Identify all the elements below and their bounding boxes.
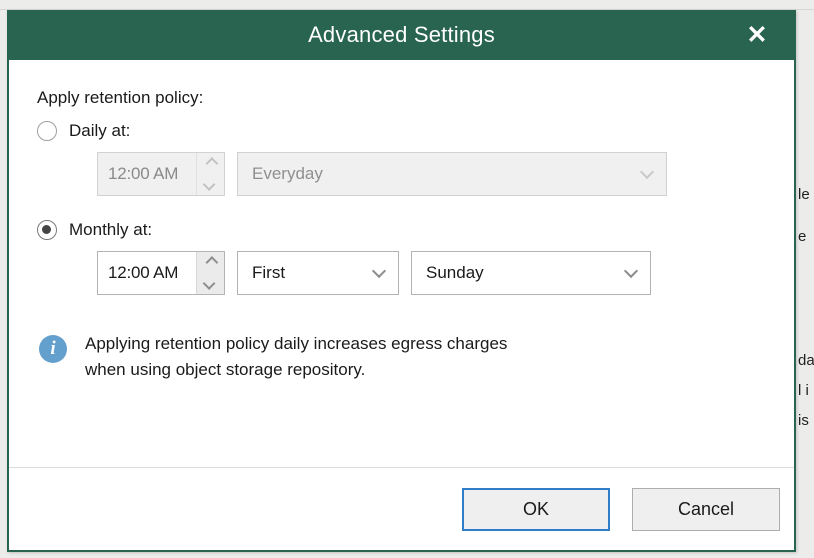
monthly-time-value[interactable]: 12:00 AM (98, 252, 196, 294)
chevron-down-icon (639, 164, 655, 180)
chevron-up-icon (205, 256, 219, 269)
advanced-settings-dialog: Advanced Settings ✕ Apply retention poli… (7, 10, 796, 552)
daily-time-stepper: 12:00 AM (97, 152, 225, 196)
close-icon[interactable]: ✕ (734, 10, 780, 60)
monthly-time-increment-button[interactable] (197, 252, 224, 273)
dialog-titlebar: Advanced Settings ✕ (9, 10, 794, 60)
section-label: Apply retention policy: (37, 88, 204, 107)
monthly-week-value: First (252, 263, 286, 282)
background-text-fragment: da (798, 352, 814, 369)
monthly-controls-row: 12:00 AM First Sunday (97, 251, 794, 295)
background-right-column (796, 10, 814, 558)
background-top-strip (0, 0, 814, 10)
daily-schedule-value: Everyday (252, 164, 323, 183)
dialog-footer: OK Cancel (9, 467, 794, 550)
info-note-line-2: when using object storage repository. (85, 360, 366, 380)
chevron-down-icon (202, 178, 216, 191)
screen: le e da l i is Advanced Settings ✕ Apply… (0, 0, 814, 558)
info-note-line-1: Applying retention policy daily increase… (85, 334, 508, 353)
radio-daily-indicator[interactable] (37, 121, 57, 141)
info-note-text: Applying retention policy daily increase… (85, 331, 507, 384)
background-text-fragment: le (798, 186, 810, 203)
radio-monthly-label: Monthly at: (69, 220, 153, 239)
monthly-time-stepper[interactable]: 12:00 AM (97, 251, 225, 295)
background-text-fragment: l i (798, 382, 809, 399)
monthly-time-decrement-button[interactable] (197, 273, 224, 294)
chevron-up-icon (205, 157, 219, 170)
cancel-button[interactable]: Cancel (632, 487, 780, 531)
chevron-down-icon (371, 263, 387, 279)
daily-time-value: 12:00 AM (108, 164, 179, 183)
daily-schedule-dropdown: Everyday (237, 152, 667, 196)
radio-monthly-indicator[interactable] (37, 220, 57, 240)
dialog-body: Apply retention policy: Daily at: 12:00 … (9, 60, 794, 467)
info-icon: i (39, 335, 67, 363)
daily-time-increment-button (197, 153, 224, 174)
chevron-down-icon (623, 263, 639, 279)
background-text-fragment: is (798, 412, 809, 429)
info-note: i Applying retention policy daily increa… (39, 331, 719, 384)
daily-controls-row: 12:00 AM Everyday (97, 152, 794, 196)
daily-time-spinner-buttons (196, 153, 224, 195)
dialog-title: Advanced Settings (308, 22, 495, 47)
radio-option-daily[interactable]: Daily at: (37, 121, 794, 141)
background-text-fragment: e (798, 228, 807, 245)
monthly-day-value: Sunday (426, 263, 484, 282)
monthly-week-dropdown[interactable]: First (237, 251, 399, 295)
monthly-time-spinner-buttons[interactable] (196, 252, 224, 294)
radio-option-monthly[interactable]: Monthly at: (37, 220, 794, 240)
chevron-down-icon (202, 277, 216, 290)
ok-button[interactable]: OK (462, 487, 610, 531)
monthly-day-dropdown[interactable]: Sunday (411, 251, 651, 295)
daily-time-decrement-button (197, 174, 224, 195)
radio-daily-label: Daily at: (69, 121, 131, 140)
